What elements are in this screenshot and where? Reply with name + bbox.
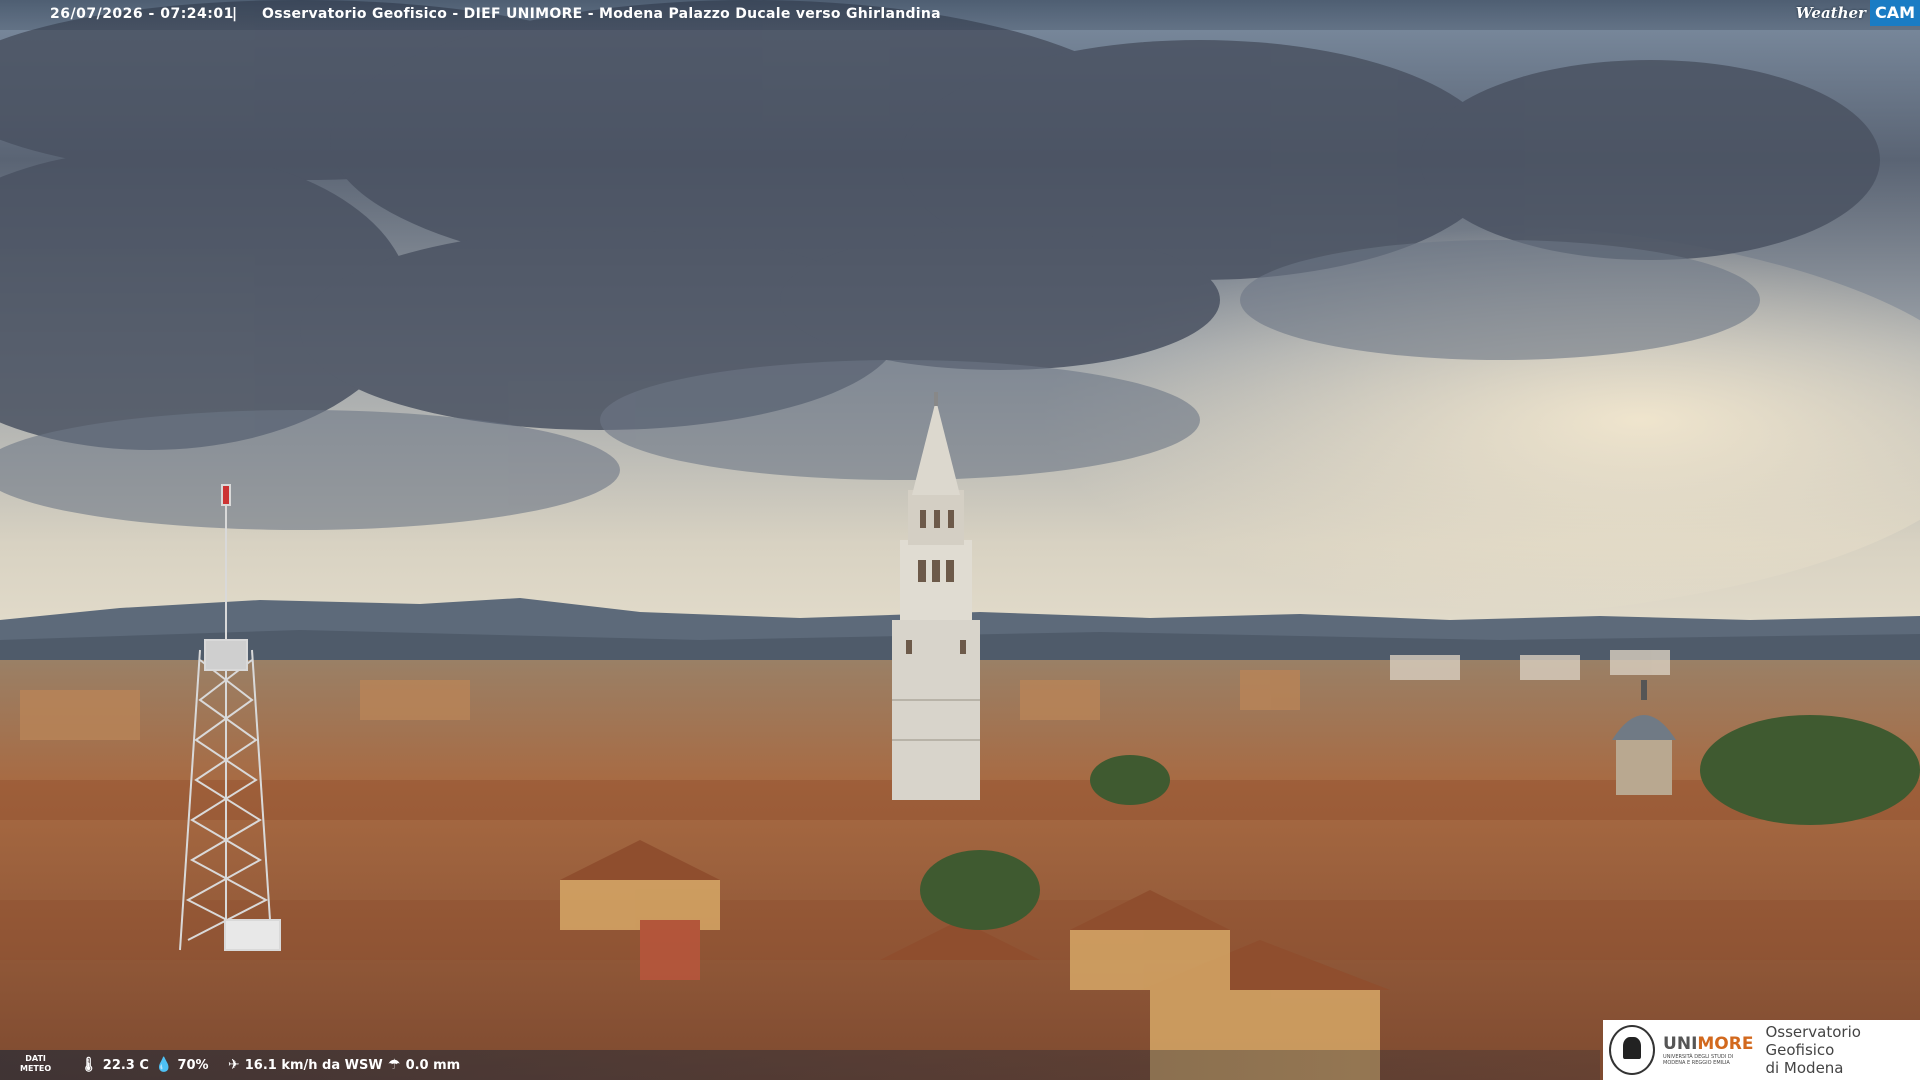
timestamp: 26/07/2026 - 07:24:01 [50,6,234,22]
unimore-logo: UNIMORE UNIVERSITÀ DEGLI STUDI DI MODENA… [1663,1034,1754,1066]
rain-value: 0.0 mm [405,1057,461,1073]
temperature-value: 22.3 C [102,1057,149,1073]
logo-weather-text: Weather [1795,4,1866,22]
wind-icon: ✈ [228,1057,240,1073]
droplet-icon: 💧 [155,1057,173,1073]
thermometer-icon: 🌡 [80,1057,98,1073]
unimore-badge: UNIMORE UNIVERSITÀ DEGLI STUDI DI MODENA… [1603,1020,1920,1080]
webcam-photo [0,0,1920,1080]
observatory-name: Osservatorio Geofisico di Modena [1765,1023,1861,1077]
unimore-subtitle: UNIVERSITÀ DEGLI STUDI DI MODENA E REGGI… [1663,1054,1734,1066]
weather-data-label: DATI METEO [20,1054,52,1073]
weather-data-bar: DATI METEO 🌡 22.3 C 💧 70% ✈ 16.1 km/h da… [0,1050,1600,1080]
temperature-reading: 🌡 22.3 C [80,1057,149,1073]
camera-title: Osservatorio Geofisico - DIEF UNIMORE - … [262,6,941,22]
camera-info-bar: 26/07/2026 - 07:24:01 | Osservatorio Geo… [0,0,1920,30]
humidity-value: 70% [177,1057,209,1073]
separator: | [232,6,238,22]
rain-reading: ☂ 0.0 mm [388,1057,460,1073]
wind-value: 16.1 km/h da WSW [244,1057,383,1073]
wind-reading: ✈ 16.1 km/h da WSW [228,1057,383,1073]
weathercam-logo: Weather CAM [1796,0,1920,26]
humidity-reading: 💧 70% [155,1057,209,1073]
rain-icon: ☂ [388,1057,401,1073]
logo-cam-text: CAM [1869,0,1920,26]
unimore-seal-icon [1609,1025,1656,1075]
